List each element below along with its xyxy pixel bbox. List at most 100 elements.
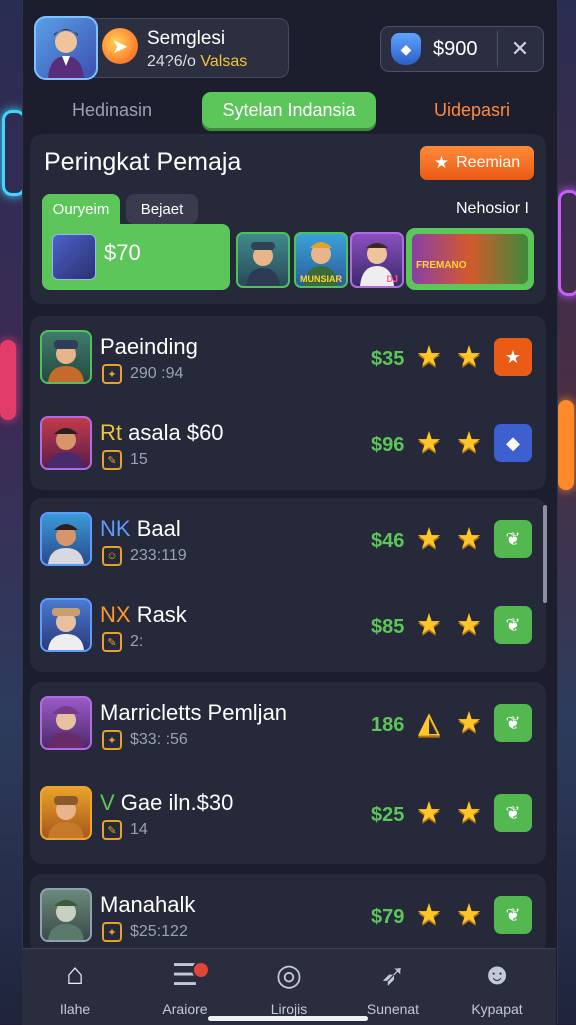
player-name: Rt asala $60 <box>100 420 224 446</box>
character-card-label: MUNSIAR <box>300 274 342 284</box>
player-avatar <box>40 330 92 384</box>
premium-button[interactable]: ★ Reemian <box>420 146 534 180</box>
subtab-ouryeim[interactable]: Ouryeim <box>42 194 120 224</box>
xp-chip-icon: ☺ <box>102 546 122 566</box>
player-meta-value: 14 <box>130 821 148 838</box>
player-name-prefix: Rt <box>100 420 129 445</box>
player-row[interactable]: Manahalk ✦ $25:122 $79 ★ ★ ❦ <box>30 878 546 958</box>
tab-hedinasin[interactable]: Hedinasin <box>42 92 182 128</box>
player-meta-value: 290 :94 <box>130 365 184 382</box>
player-group: Paeinding ✦ 290 :94 $35 ★ ★ ★ Rt asala $6… <box>30 316 546 490</box>
nav-item-target[interactable]: ◎ Lirojis <box>244 957 334 1018</box>
favorite-button[interactable]: ★ <box>494 338 532 376</box>
player-avatar <box>40 786 92 840</box>
ranking-title: Peringkat Pemaja <box>44 148 242 176</box>
player-meta: ✦ 290 :94 <box>102 364 183 384</box>
star-icon: ★ <box>416 899 442 931</box>
wallet-amount: $900 <box>433 38 478 60</box>
character-card-label: DJ <box>386 274 398 284</box>
player-portrait-icon <box>48 524 84 564</box>
player-name-prefix: V <box>100 790 121 815</box>
star-icon: ★ <box>433 153 450 172</box>
avatar-portrait-icon <box>48 29 84 78</box>
player-price: $35 <box>371 348 405 370</box>
nav-label: Lirojis <box>270 1001 308 1017</box>
nav-item-home[interactable]: ⌂ Ilahe <box>30 957 120 1017</box>
player-name-text: Rask <box>136 602 187 627</box>
leaf-button[interactable]: ❦ <box>494 794 532 832</box>
player-name: Marricletts Pemljan <box>100 700 287 726</box>
featured-reward-strip[interactable]: $70 <box>42 224 230 290</box>
character-portrait-icon <box>246 242 280 286</box>
subtab-bejaet[interactable]: Bejaet <box>126 194 198 224</box>
player-price: $46 <box>371 530 405 552</box>
player-portrait-icon <box>48 428 84 468</box>
player-meta: ☺ 233:119 <box>102 546 187 566</box>
star-icon: ★ <box>456 899 482 931</box>
profile-name: Semglesi <box>147 28 226 49</box>
leaf-icon: ❦ <box>505 802 521 823</box>
scrollbar[interactable] <box>543 505 547 603</box>
player-name-text: Paeinding <box>100 334 198 359</box>
star-icon: ★ <box>456 427 482 459</box>
wallet-box[interactable]: ◆ $900 ✕ <box>380 26 544 72</box>
leaf-button[interactable]: ❦ <box>494 520 532 558</box>
nav-item-rocket[interactable]: ➶ Sunenat <box>348 957 438 1018</box>
leaf-icon: ❦ <box>505 528 521 549</box>
player-name: NX Rask <box>100 602 187 628</box>
player-group: Manahalk ✦ $25:122 $79 ★ ★ ❦ <box>30 874 546 954</box>
leaf-button[interactable]: ❦ <box>494 704 532 742</box>
player-row[interactable]: Paeinding ✦ 290 :94 $35 ★ ★ ★ <box>30 320 546 400</box>
character-card[interactable]: MUNSIAR <box>294 232 348 288</box>
player-name: NK Baal <box>100 516 181 542</box>
xp-chip-icon: ✎ <box>102 450 122 470</box>
featured-bundle-card[interactable]: FREMANO <box>406 228 534 290</box>
player-row[interactable]: Marricletts Pemljan ✦ $33: :56 186 ◭ ★ ❦ <box>30 686 546 766</box>
nav-label: Kypapat <box>471 1001 523 1017</box>
xp-chip-icon: ✎ <box>102 632 122 652</box>
leaf-icon: ❦ <box>505 904 521 925</box>
home-indicator <box>208 1016 368 1021</box>
close-icon[interactable]: ✕ <box>497 27 543 71</box>
notification-badge <box>192 961 210 979</box>
character-card[interactable]: DJ <box>350 232 404 288</box>
player-name: V Gae iln.$30 <box>100 790 233 816</box>
eye-icon: ◭ <box>417 707 441 739</box>
player-meta: ✎ 15 <box>102 450 148 470</box>
star-icon: ★ <box>456 797 482 829</box>
star-icon: ★ <box>456 341 482 373</box>
ranking-side-label: Nehosior I <box>456 200 529 217</box>
star-icon: ★ <box>456 707 482 739</box>
player-group: NK Baal ☺ 233:119 $46 ★ ★ ❦ NX Rask ✎ 2: $… <box>30 498 546 672</box>
leaf-icon: ❦ <box>505 614 521 635</box>
player-meta-value: 2: <box>130 633 144 650</box>
player-row[interactable]: NK Baal ☺ 233:119 $46 ★ ★ ❦ <box>30 502 546 582</box>
player-row[interactable]: Rt asala $60 ✎ 15 $96 ★ ★ ◆ <box>30 406 546 486</box>
tab-uidepasri[interactable]: Uidepasri <box>402 92 542 128</box>
xp-chip-icon: ✎ <box>102 820 122 840</box>
character-card[interactable] <box>236 232 290 288</box>
player-price: $79 <box>371 906 405 928</box>
profile-stats: 24?6/o Valsas <box>147 53 247 71</box>
leaf-button[interactable]: ❦ <box>494 896 532 934</box>
player-row[interactable]: V Gae iln.$30 ✎ 14 $25 ★ ★ ❦ <box>30 776 546 856</box>
leaf-button[interactable]: ❦ <box>494 606 532 644</box>
featured-bundle-art <box>412 234 528 284</box>
home-icon: ⌂ <box>65 958 85 991</box>
nav-item-profile[interactable]: ☻ Kypapat <box>452 957 542 1017</box>
featured-bundle-label: FREMANO <box>416 260 467 271</box>
player-group: Marricletts Pemljan ✦ $33: :56 186 ◭ ★ ❦ … <box>30 682 546 864</box>
player-name: Paeinding <box>100 334 198 360</box>
ranking-card: Peringkat Pemaja ★ Reemian Ouryeim Bejae… <box>30 134 546 304</box>
player-row[interactable]: NX Rask ✎ 2: $85 ★ ★ ❦ <box>30 588 546 668</box>
player-meta-value: $33: :56 <box>130 731 188 748</box>
player-avatar <box>40 512 92 566</box>
player-avatar[interactable] <box>34 16 98 80</box>
player-meta: ✦ $25:122 <box>102 922 188 942</box>
tab-sytelan-indansia[interactable]: Sytelan Indansia <box>202 92 376 128</box>
player-portrait-icon <box>48 608 84 650</box>
shield-button[interactable]: ◆ <box>494 424 532 462</box>
player-price: $25 <box>371 804 405 826</box>
nav-item-news[interactable]: ☰ Araiore <box>140 957 230 1017</box>
nav-label: Araiore <box>162 1001 208 1017</box>
